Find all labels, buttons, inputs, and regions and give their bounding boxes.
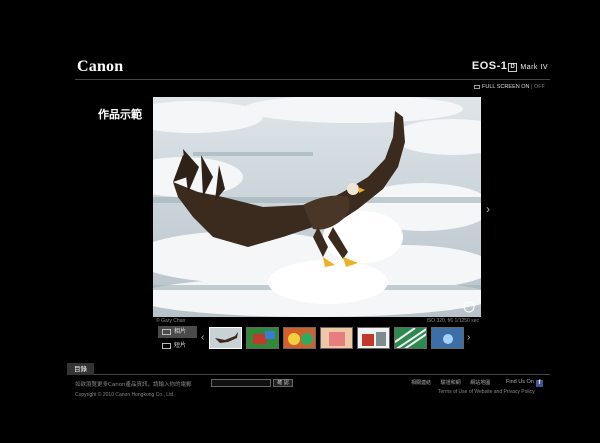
fullscreen-icon [474,84,481,89]
thumbnail-7[interactable] [431,327,464,349]
thumbnail-4[interactable] [320,327,353,349]
terms-link[interactable]: Terms of Use of Website and Privacy Poli… [438,389,535,395]
footer-info: 如欲瀏覽更多Canon產品資訊，請輸入你的電郵 Copyright © 2010… [75,380,192,398]
footer-link-related[interactable]: 相關連結 [411,380,431,386]
bottom-tab-bar: 目錄 [67,363,550,375]
fullscreen-toggle[interactable]: FULL SCREEN ON | OFF [474,84,545,90]
footer-link-sitemap[interactable]: 網站地圖 [470,380,490,386]
footer-link-verify[interactable]: 驗證和網 [441,380,461,386]
copyright: Copyright © 2010 Canon Hongkong Co., Ltd… [75,392,175,398]
media-type-selector: 相片 短片 [156,325,198,353]
fullscreen-separator: | [531,84,533,90]
find-us-label: Find Us On [506,379,534,385]
facebook-icon[interactable]: f [535,380,543,387]
photo-credit: © Gary Chan [156,318,186,324]
fullscreen-off[interactable]: OFF [534,84,545,90]
product-logo: EOS-1 D Mark IV [472,60,548,72]
next-photo-arrow-icon[interactable]: › [486,202,490,216]
video-tab[interactable]: 短片 [158,340,197,352]
thumbnail-6[interactable] [394,327,427,349]
thumbnail-5[interactable] [357,327,390,349]
thumbnail-3[interactable] [283,327,316,349]
thumbnails [209,327,466,349]
canon-logo[interactable]: Canon [77,58,123,76]
video-tab-label: 短片 [174,342,187,349]
footer-links: 相關連結 驗證和網 網站地圖 [411,379,498,386]
thumbnail-eagle[interactable] [209,327,242,349]
eagle-photo-illustration [153,97,481,317]
photo-icon [162,329,171,335]
fullscreen-on[interactable]: FULL SCREEN ON [482,84,529,90]
submit-button[interactable]: 確 認 [273,379,293,387]
main-photo [153,97,481,317]
email-input[interactable] [211,379,271,387]
newsletter-prompt: 如欲瀏覽更多Canon產品資訊，請輸入你的電郵 [75,382,192,388]
photo-exif: ISO 320, f/6 1/1250 sec [426,318,479,324]
thumbs-next-arrow-icon[interactable]: › [467,332,470,343]
model-d-badge: D [508,63,518,72]
photo-tab[interactable]: 相片 [158,326,197,338]
model-name: EOS-1 [471,60,508,72]
gallery-title: 作品示範 [98,108,142,121]
find-us-facebook[interactable]: Find Us On f [506,379,543,387]
tab-catalog[interactable]: 目錄 [67,363,94,375]
thumbs-prev-arrow-icon[interactable]: ‹ [201,332,204,343]
thumbnail-strip: 相片 短片 ‹ › [156,325,476,353]
model-mark: Mark IV [520,64,548,71]
photo-tab-label: 相片 [174,328,187,335]
thumbnail-2[interactable] [246,327,279,349]
site-header: Canon EOS-1 D Mark IV [75,56,550,80]
video-icon [162,343,171,349]
